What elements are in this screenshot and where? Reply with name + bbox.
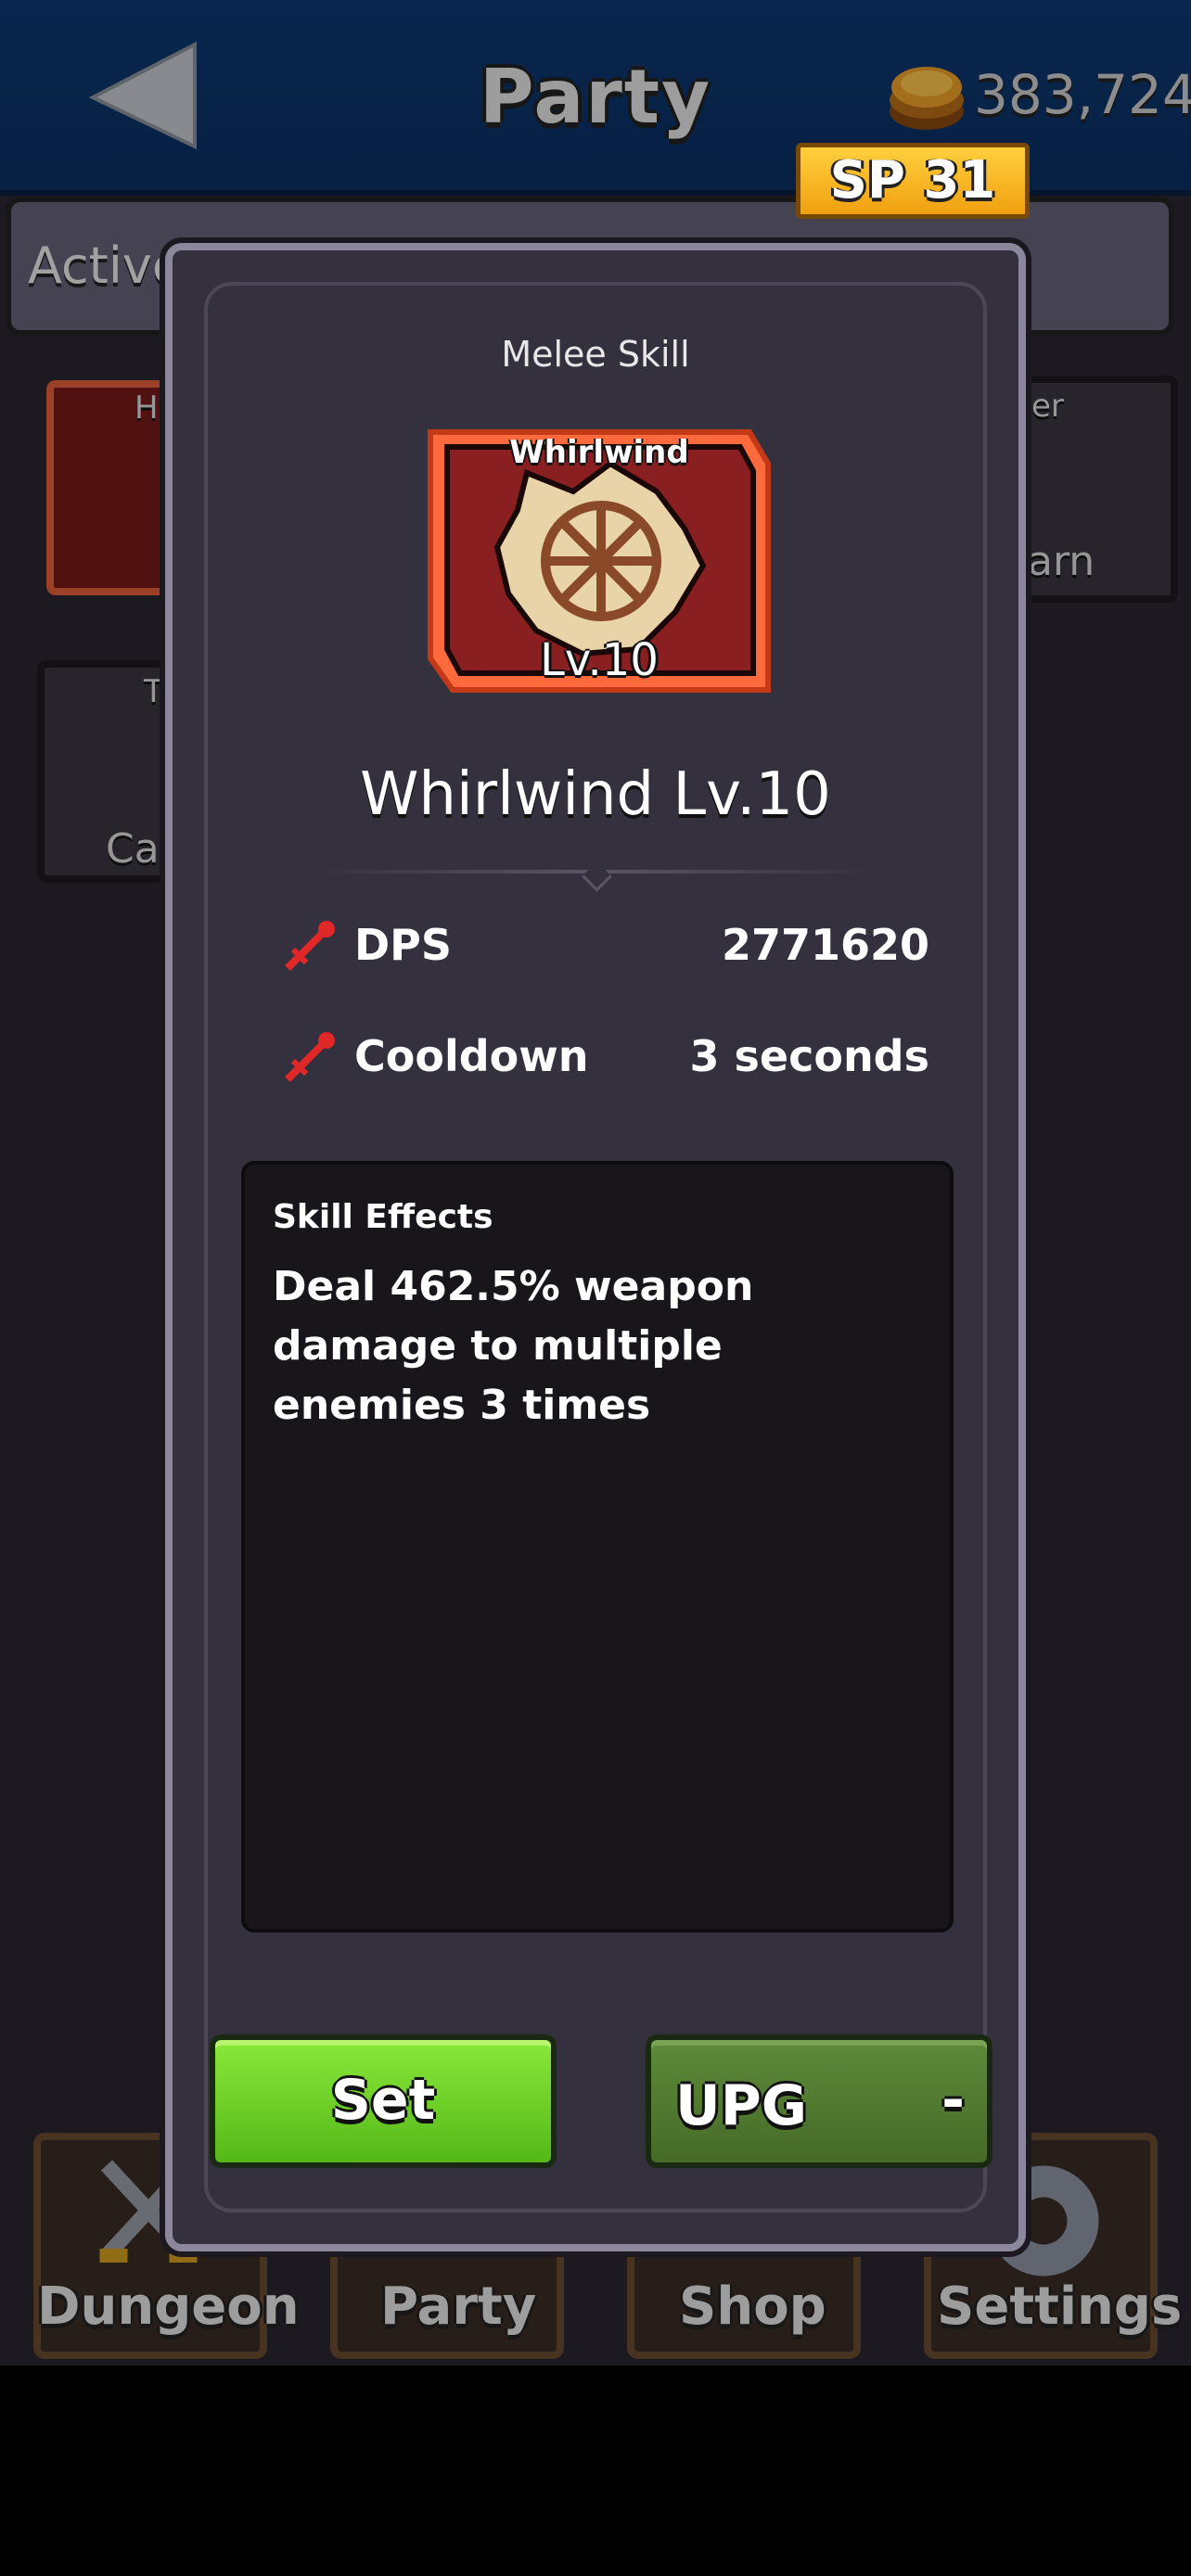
stat-row-dps: DPS 2771620 bbox=[280, 912, 929, 977]
upgrade-cost: - bbox=[941, 2068, 965, 2133]
sword-icon bbox=[285, 921, 335, 971]
skill-effects-title: Skill Effects bbox=[273, 1198, 493, 1236]
stat-row-cooldown: Cooldown 3 seconds bbox=[280, 1024, 929, 1089]
stat-label: Cooldown bbox=[354, 1031, 589, 1081]
skill-effects-description: Deal 462.5% weapon damage to multiple en… bbox=[273, 1263, 754, 1429]
sp-badge: SP 31 bbox=[796, 143, 1030, 219]
stat-value: 3 seconds bbox=[689, 1031, 929, 1081]
skill-icon-level: Lv.10 bbox=[540, 634, 659, 686]
upgrade-button-label: UPG bbox=[675, 2073, 807, 2138]
sword-icon bbox=[285, 1032, 335, 1082]
skill-icon-name: Whirlwind bbox=[509, 434, 689, 471]
stat-value: 2771620 bbox=[721, 920, 929, 970]
skill-detail-dialog: Melee Skill Whirlwind Lv.10 Whirlwind Lv… bbox=[165, 243, 1026, 2251]
skill-category: Melee Skill bbox=[501, 334, 690, 375]
upgrade-button[interactable]: UPG - bbox=[646, 2034, 992, 2168]
skill-effects-panel: Skill Effects Deal 462.5% weapon damage … bbox=[241, 1161, 954, 1932]
skill-title: Whirlwind Lv.10 bbox=[360, 760, 831, 829]
set-button[interactable]: Set bbox=[210, 2034, 557, 2168]
set-button-label: Set bbox=[330, 2068, 436, 2133]
stat-label: DPS bbox=[354, 920, 453, 970]
